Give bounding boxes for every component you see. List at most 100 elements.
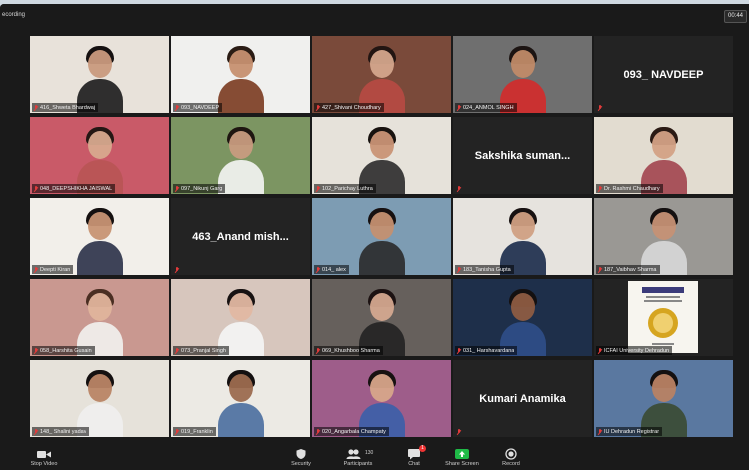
participant-video xyxy=(594,360,733,437)
participant-name: Deepti Kiran xyxy=(40,266,71,273)
participant-video xyxy=(594,117,733,194)
participant-tile[interactable]: 069_Khushboo Sharma xyxy=(312,279,451,356)
participant-name: 014_ alex xyxy=(322,266,346,273)
muted-mic-icon xyxy=(457,347,461,354)
participant-video xyxy=(312,279,451,356)
participant-video xyxy=(453,198,592,275)
meeting-window: ecording 00:44 416_Shweta Bhardwaj 093_NA… xyxy=(0,4,749,470)
participant-video xyxy=(171,36,310,113)
share-screen-button[interactable]: Share Screen xyxy=(434,445,490,469)
muted-mic-icon xyxy=(457,266,461,273)
participant-display-name: Sakshika suman... xyxy=(474,149,571,162)
participant-tile[interactable]: 093_NAVDEEP xyxy=(171,36,310,113)
participant-tile[interactable]: 058_Harshita Gusain xyxy=(30,279,169,356)
participant-tile[interactable]: 187_Vaibhav Sharma xyxy=(594,198,733,275)
participants-icon: 130 xyxy=(330,447,386,459)
participant-tile[interactable]: 427_Shivani Choudhary xyxy=(312,36,451,113)
participant-video xyxy=(453,36,592,113)
meeting-timer: 00:44 xyxy=(723,10,747,23)
participant-name-label: 031_ Harshavardana xyxy=(455,346,518,355)
participant-tile[interactable]: 073_Pranjal Singh xyxy=(171,279,310,356)
participant-tile[interactable]: 014_ alex xyxy=(312,198,451,275)
participant-display-name: 093_ NAVDEEP xyxy=(623,68,704,81)
participant-video xyxy=(30,198,169,275)
meeting-toolbar: Stop Video Security 130 Participants 1 C… xyxy=(0,444,749,470)
participant-tile[interactable]: 463_Anand mish... xyxy=(171,198,310,275)
participant-name-label: 183_Tanisha Gupta xyxy=(455,265,514,274)
record-label: Record xyxy=(502,461,520,467)
participant-tile[interactable]: Deepti Kiran xyxy=(30,198,169,275)
participant-name: ICFAI University Dehradun xyxy=(604,347,670,354)
participant-name: 048_DEEPSHIKHA JAISWAL xyxy=(40,185,113,192)
participant-name: 183_Tanisha Gupta xyxy=(463,266,511,273)
participants-button[interactable]: 130 Participants xyxy=(330,445,386,469)
participant-name-label xyxy=(596,103,605,112)
participant-name-label: IU Dehradun Registrar xyxy=(596,427,663,436)
video-camera-icon xyxy=(16,447,72,459)
participant-tile[interactable]: Sakshika suman... xyxy=(453,117,592,194)
stop-video-button[interactable]: Stop Video xyxy=(16,445,72,469)
participant-name: 416_Shweta Bhardwaj xyxy=(40,104,96,111)
participant-video xyxy=(312,36,451,113)
muted-mic-icon xyxy=(598,104,602,111)
participant-tile[interactable]: 416_Shweta Bhardwaj xyxy=(30,36,169,113)
participant-tile[interactable]: Dr. Rashmi Chaudhary xyxy=(594,117,733,194)
participant-name: Dr. Rashmi Chaudhary xyxy=(604,185,660,192)
gallery-grid: 416_Shweta Bhardwaj 093_NAVDEEP 427_Shivan… xyxy=(30,36,733,437)
muted-mic-icon xyxy=(175,428,179,435)
participant-tile[interactable]: 019_Franklin xyxy=(171,360,310,437)
participant-name-label: 058_Harshita Gusain xyxy=(32,346,95,355)
participant-name: 024_ANMOL SINGH xyxy=(463,104,514,111)
participant-tile[interactable]: 048_DEEPSHIKHA JAISWAL xyxy=(30,117,169,194)
participant-tile[interactable]: 102_Parichay Luthra xyxy=(312,117,451,194)
muted-mic-icon xyxy=(175,266,179,273)
participant-tile[interactable]: 097_Nikunj Garg xyxy=(171,117,310,194)
participant-tile[interactable]: IU Dehradun Registrar xyxy=(594,360,733,437)
muted-mic-icon xyxy=(316,347,320,354)
participant-name-label: Deepti Kiran xyxy=(32,265,74,274)
muted-mic-icon xyxy=(457,428,461,435)
security-button[interactable]: Security xyxy=(273,445,329,469)
security-label: Security xyxy=(291,461,311,467)
chat-badge: 1 xyxy=(419,445,426,452)
participant-video xyxy=(30,279,169,356)
participants-label: Participants xyxy=(343,461,373,467)
participant-name: 097_Nikunj Garg xyxy=(181,185,223,192)
participant-name: 093_NAVDEEP xyxy=(181,104,220,111)
participant-video xyxy=(453,279,592,356)
muted-mic-icon xyxy=(34,428,38,435)
participant-name-label xyxy=(455,427,464,436)
participant-name-label: 019_Franklin xyxy=(173,427,216,436)
participant-tile[interactable]: 031_ Harshavardana xyxy=(453,279,592,356)
participant-video xyxy=(171,360,310,437)
record-button[interactable]: Record xyxy=(483,445,539,469)
participant-name: 031_ Harshavardana xyxy=(463,347,515,354)
muted-mic-icon xyxy=(316,104,320,111)
muted-mic-icon xyxy=(34,104,38,111)
participant-tile[interactable]: 183_Tanisha Gupta xyxy=(453,198,592,275)
participant-video xyxy=(171,279,310,356)
participant-tile[interactable]: 024_ANMOL SINGH xyxy=(453,36,592,113)
muted-mic-icon xyxy=(175,347,179,354)
participant-name-label: 097_Nikunj Garg xyxy=(173,184,226,193)
participant-name: 069_Khushboo Sharma xyxy=(322,347,380,354)
participant-tile[interactable]: 020_Angarbala Champaty xyxy=(312,360,451,437)
participant-name: 019_Franklin xyxy=(181,428,213,435)
participant-tile[interactable]: Kumari Anamika xyxy=(453,360,592,437)
muted-mic-icon xyxy=(175,185,179,192)
participant-video xyxy=(594,198,733,275)
participant-name: 073_Pranjal Singh xyxy=(181,347,226,354)
participant-name-label: 187_Vaibhav Sharma xyxy=(596,265,660,274)
participant-tile[interactable]: 148_ Shalini yadav xyxy=(30,360,169,437)
participant-tile[interactable]: ICFAI University Dehradun xyxy=(594,279,733,356)
participant-tile[interactable]: 093_ NAVDEEP xyxy=(594,36,733,113)
participant-video xyxy=(30,117,169,194)
participant-name-label: 416_Shweta Bhardwaj xyxy=(32,103,99,112)
muted-mic-icon xyxy=(598,185,602,192)
share-screen-label: Share Screen xyxy=(445,461,479,467)
muted-mic-icon xyxy=(316,428,320,435)
participant-video xyxy=(312,360,451,437)
muted-mic-icon xyxy=(457,185,461,192)
share-screen-icon xyxy=(434,447,490,459)
muted-mic-icon xyxy=(175,104,179,111)
